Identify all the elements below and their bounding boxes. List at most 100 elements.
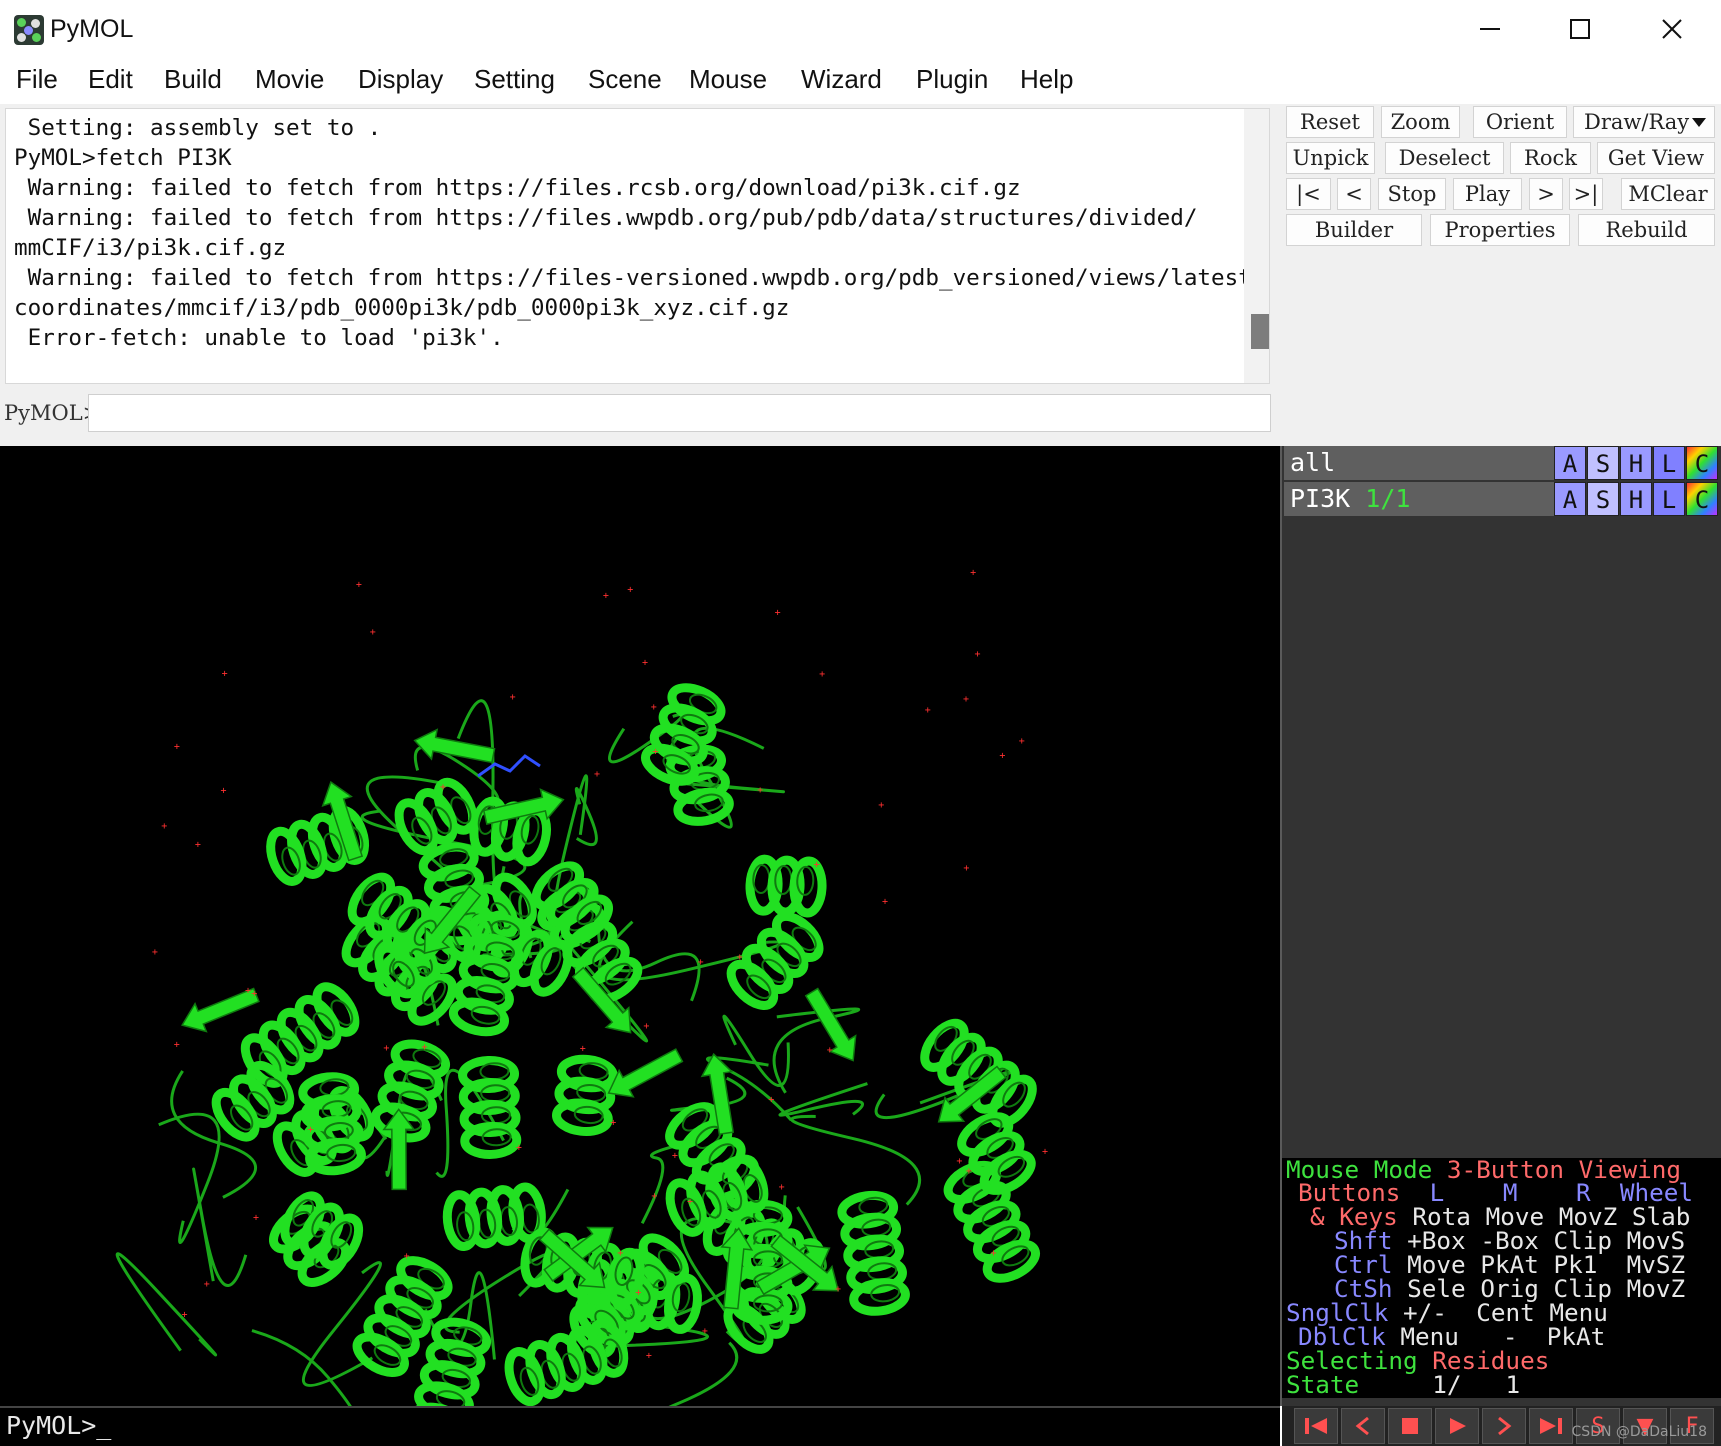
builder-button[interactable]: Builder — [1286, 214, 1422, 246]
water-marker: + — [152, 947, 158, 958]
mouse-mode-panel[interactable]: Mouse Mode 3-Button Viewing Buttons L M … — [1282, 1158, 1721, 1398]
mode-cell: MovZ — [1626, 1274, 1686, 1303]
color-button[interactable]: C — [1686, 482, 1718, 516]
show-button[interactable]: S — [1587, 446, 1619, 480]
menu-display[interactable]: Display — [358, 64, 443, 95]
menu-mouse[interactable]: Mouse — [689, 64, 767, 95]
action-button[interactable]: A — [1554, 482, 1586, 516]
water-marker: + — [702, 1326, 708, 1337]
orient-button[interactable]: Orient — [1473, 106, 1567, 138]
mclear-button[interactable]: MClear — [1621, 178, 1715, 210]
reset-button[interactable]: Reset — [1286, 106, 1374, 138]
console-log: Setting: assembly set to . PyMOL>fetch PI… — [14, 113, 1265, 353]
fast-forward-button[interactable]: >| — [1569, 178, 1603, 210]
rock-button[interactable]: Rock — [1510, 142, 1591, 174]
draw-ray-label: Draw/Ray — [1584, 110, 1690, 134]
water-marker: + — [174, 1040, 180, 1051]
color-button[interactable]: C — [1686, 446, 1718, 480]
output-console[interactable]: Setting: assembly set to . PyMOL>fetch PI… — [5, 108, 1270, 384]
play-player-button[interactable] — [1435, 1408, 1479, 1444]
menu-build[interactable]: Build — [164, 64, 222, 95]
menu-edit[interactable]: Edit — [88, 64, 133, 95]
water-marker: + — [966, 1166, 972, 1177]
menu-help[interactable]: Help — [1020, 64, 1073, 95]
rewind-player-button[interactable] — [1294, 1408, 1338, 1444]
helix-turn — [665, 1178, 707, 1237]
helix-turn — [266, 826, 307, 886]
object-row-all[interactable]: all A S H L C — [1284, 446, 1721, 480]
label-button[interactable]: L — [1653, 482, 1685, 516]
get-view-button[interactable]: Get View — [1597, 142, 1715, 174]
object-name[interactable]: all — [1284, 446, 1554, 480]
water-marker: + — [882, 897, 888, 908]
back-button[interactable]: < — [1337, 178, 1371, 210]
water-marker: + — [651, 702, 657, 713]
zoom-button[interactable]: Zoom — [1381, 106, 1460, 138]
menu-wizard[interactable]: Wizard — [801, 64, 882, 95]
close-button[interactable] — [1637, 6, 1707, 52]
step-forward-player-button[interactable] — [1482, 1408, 1526, 1444]
chevron-down-icon — [1692, 118, 1706, 127]
stop-button[interactable]: Stop — [1378, 178, 1446, 210]
minimize-button[interactable] — [1455, 6, 1525, 52]
helix — [458, 1055, 522, 1159]
water-marker: + — [737, 952, 743, 963]
step-back-player-button[interactable] — [1341, 1408, 1385, 1444]
water-marker: + — [516, 1142, 522, 1153]
object-name-label: PI3K — [1290, 484, 1351, 513]
deselect-button[interactable]: Deselect — [1385, 142, 1504, 174]
viewer-command-line[interactable]: PyMOL>_ — [0, 1406, 1280, 1446]
water-marker: + — [672, 1151, 678, 1162]
unpick-button[interactable]: Unpick — [1286, 142, 1375, 174]
object-row-pi3k[interactable]: PI3K 1/1 A S H L C — [1284, 482, 1721, 516]
rebuild-button[interactable]: Rebuild — [1578, 214, 1715, 246]
action-button[interactable]: A — [1554, 446, 1586, 480]
command-input[interactable] — [88, 394, 1271, 432]
forward-button[interactable]: > — [1529, 178, 1563, 210]
water-marker: + — [221, 786, 227, 797]
water-marker: + — [204, 1279, 210, 1290]
water-marker: + — [627, 585, 633, 596]
loop-segment — [778, 1082, 868, 1117]
helix — [504, 1318, 629, 1406]
rewind-button[interactable]: |< — [1286, 178, 1331, 210]
water-marker: + — [422, 1042, 428, 1053]
menu-plugin[interactable]: Plugin — [916, 64, 988, 95]
fast-forward-player-button[interactable] — [1529, 1408, 1573, 1444]
menu-file[interactable]: File — [16, 64, 58, 95]
draw-ray-menu-button[interactable]: Draw/Ray — [1573, 106, 1715, 138]
maximize-button[interactable] — [1545, 6, 1615, 52]
menu-scene[interactable]: Scene — [588, 64, 662, 95]
rewind-icon — [1305, 1418, 1327, 1434]
water-marker: + — [440, 782, 446, 793]
console-scrollbar-thumb[interactable] — [1251, 314, 1269, 349]
menu-movie[interactable]: Movie — [255, 64, 324, 95]
command-prompt-label: PyMOL> — [4, 401, 101, 425]
console-line: mmCIF/i3/pi3k.cif.gz — [14, 235, 287, 261]
stop-player-button[interactable] — [1388, 1408, 1432, 1444]
properties-button[interactable]: Properties — [1430, 214, 1570, 246]
object-name[interactable]: PI3K 1/1 — [1284, 482, 1554, 516]
label-button[interactable]: L — [1653, 446, 1685, 480]
console-scrollbar[interactable] — [1244, 109, 1269, 383]
beta-strand — [382, 1108, 416, 1191]
water-marker: + — [775, 607, 781, 618]
protein-cartoon-render: + + + + + + + + + + + + + + + + + + + + + + + + + + + + + + + + + + + + + + + +… — [115, 567, 1048, 1406]
state-total: 1 — [1505, 1370, 1521, 1398]
molecular-viewer-canvas[interactable]: + + + + + + + + + + + + + + + + + + + + + + + + + + + + + + + + + + + + + + + +… — [0, 446, 1280, 1406]
step-back-icon — [1355, 1416, 1369, 1436]
water-marker: + — [835, 1284, 841, 1295]
hide-button[interactable]: H — [1620, 482, 1652, 516]
hide-button[interactable]: H — [1620, 446, 1652, 480]
minimize-icon — [1480, 28, 1500, 30]
state-label: State — [1286, 1370, 1360, 1398]
play-button[interactable]: Play — [1453, 178, 1522, 210]
water-marker: + — [174, 741, 180, 752]
play-icon — [1450, 1418, 1466, 1434]
helix-shade — [479, 1062, 510, 1081]
menu-setting[interactable]: Setting — [474, 64, 555, 95]
window-title: PyMOL — [50, 15, 134, 43]
water-marker: + — [975, 649, 981, 660]
show-button[interactable]: S — [1587, 482, 1619, 516]
step-forward-icon — [1498, 1416, 1512, 1436]
